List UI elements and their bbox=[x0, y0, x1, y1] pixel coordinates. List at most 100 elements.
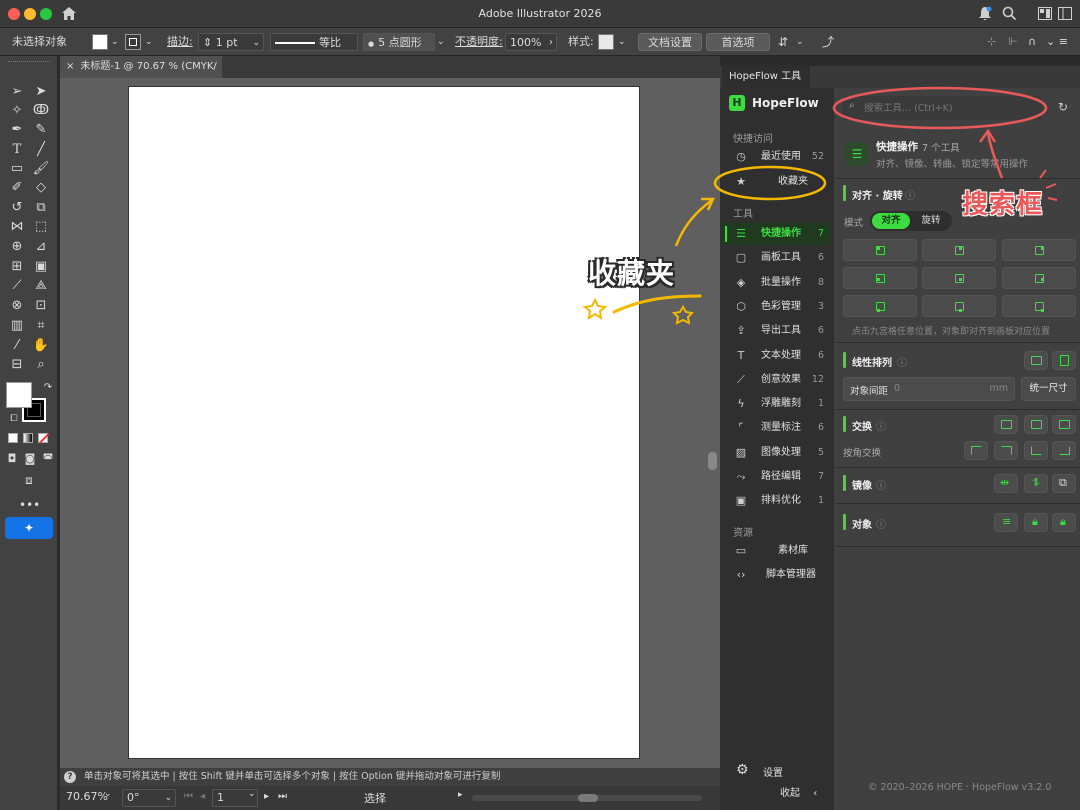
screen-mode-icon[interactable]: ⧈ bbox=[19, 470, 39, 490]
type-tool-icon[interactable]: T bbox=[7, 140, 27, 160]
distribute-vertical-button[interactable] bbox=[1052, 351, 1076, 370]
sidebar-item-asset-library[interactable]: ▭ 素材库 bbox=[722, 540, 830, 562]
align-center[interactable] bbox=[922, 267, 996, 289]
draw-normal-icon[interactable]: ◘ bbox=[2, 449, 22, 469]
variable-width-profile[interactable]: 等比 bbox=[270, 33, 358, 51]
sidebar-item-tool[interactable]: ⬡ 色彩管理 3 bbox=[722, 296, 830, 318]
align-top-center[interactable] bbox=[922, 239, 996, 261]
artboard-tool-icon[interactable]: ⌗ bbox=[31, 316, 51, 336]
curvature-tool-icon[interactable]: ✎ bbox=[31, 120, 51, 140]
swap-fill-stroke-icon[interactable]: ↷ bbox=[38, 378, 58, 398]
chevron-down-icon[interactable]: ⌄ bbox=[164, 790, 172, 806]
transform-icon[interactable]: ⊹ bbox=[987, 33, 996, 51]
sidebar-item-tool[interactable]: ⤳ 路径编辑 7 bbox=[722, 466, 830, 488]
preferences-button[interactable]: 首选项 bbox=[706, 33, 770, 51]
measure-tool-icon[interactable]: ⟁ bbox=[31, 276, 51, 296]
stroke-swatch[interactable] bbox=[125, 34, 141, 50]
horizontal-scrollbar[interactable] bbox=[472, 794, 702, 802]
symbol-sprayer-tool-icon[interactable]: ⊡ bbox=[31, 296, 51, 316]
color-mode-icon[interactable] bbox=[8, 433, 18, 443]
panels-toggle-icon[interactable] bbox=[1058, 7, 1072, 20]
graph-tool-icon[interactable]: ▥ bbox=[7, 316, 27, 336]
help-circle-icon[interactable]: ⓘ bbox=[876, 477, 886, 492]
arrange-documents-icon[interactable]: ⇵ bbox=[778, 33, 788, 51]
object-section-title[interactable]: 对象 bbox=[852, 516, 872, 531]
mirror-horizontal-button[interactable]: ⇹ bbox=[994, 474, 1018, 493]
mirror-copy-button[interactable]: ⧉ bbox=[1052, 474, 1076, 493]
align-middle-left[interactable] bbox=[843, 267, 917, 289]
home-icon[interactable] bbox=[61, 6, 77, 21]
toolbar-grip[interactable] bbox=[8, 61, 50, 64]
vertical-scrollbar[interactable] bbox=[708, 452, 717, 470]
lock-button[interactable]: 🔒︎ bbox=[1024, 513, 1048, 532]
first-artboard-icon[interactable]: ⏮ bbox=[184, 791, 193, 802]
settings-link[interactable]: 设置 bbox=[763, 764, 783, 779]
line-tool-icon[interactable]: ╱ bbox=[31, 140, 51, 160]
mirror-section-title[interactable]: 镜像 bbox=[852, 477, 872, 492]
close-tab-icon[interactable]: × bbox=[66, 61, 74, 72]
align-section-title[interactable]: 对齐 · 旋转 bbox=[852, 187, 903, 202]
prev-artboard-icon[interactable]: ◂ bbox=[200, 791, 205, 802]
help-circle-icon[interactable]: ⓘ bbox=[876, 516, 886, 531]
chevron-down-icon[interactable]: ⌄ bbox=[145, 33, 153, 51]
align-bottom-center[interactable] bbox=[922, 295, 996, 317]
generative-ai-button[interactable]: ✦ bbox=[5, 517, 53, 539]
magic-wand-tool-icon[interactable]: ✧ bbox=[7, 101, 27, 121]
align-top-right[interactable] bbox=[1002, 239, 1076, 261]
share-icon[interactable]: ⤴ bbox=[822, 33, 834, 51]
slice-tool-icon[interactable]: ⁄ bbox=[7, 336, 27, 356]
chevron-down-icon[interactable]: ⌄ bbox=[252, 34, 260, 52]
perspective-grid-tool-icon[interactable]: ⊿ bbox=[31, 237, 51, 257]
help-circle-icon[interactable]: ⓘ bbox=[897, 354, 907, 369]
zoom-tool-icon[interactable]: ⌕ bbox=[31, 355, 51, 375]
blend-tool-icon[interactable]: ⊗ bbox=[7, 296, 27, 316]
gear-icon[interactable]: ⚙ bbox=[736, 762, 749, 778]
sidebar-item-tool[interactable]: ▨ 图像处理 5 bbox=[722, 442, 830, 464]
linear-section-title[interactable]: 线性排列 bbox=[852, 354, 892, 369]
selection-tool-icon[interactable]: ➢ bbox=[7, 82, 27, 102]
lasso-tool-icon[interactable]: ↂ bbox=[31, 101, 51, 121]
chevron-down-icon[interactable]: ⌄ bbox=[248, 789, 256, 799]
workspace-layout-icon[interactable] bbox=[1038, 7, 1052, 20]
refresh-icon[interactable]: ↻ bbox=[1058, 100, 1068, 114]
sidebar-item-tool[interactable]: ▣ 排料优化 1 bbox=[722, 490, 830, 512]
free-transform-tool-icon[interactable]: ⬚ bbox=[31, 217, 51, 237]
corner-swap-br-button[interactable] bbox=[1052, 441, 1076, 460]
document-setup-button[interactable]: 文档设置 bbox=[638, 33, 702, 51]
align-middle-right[interactable] bbox=[1002, 267, 1076, 289]
unify-size-button[interactable]: 统一尺寸 bbox=[1021, 377, 1076, 401]
hand-tool-icon[interactable]: ✋ bbox=[31, 336, 51, 356]
chevron-right-icon[interactable]: › bbox=[549, 34, 553, 52]
spacing-field[interactable]: 对象间距 0 mm bbox=[843, 377, 1015, 401]
align-bottom-right[interactable] bbox=[1002, 295, 1076, 317]
width-tool-icon[interactable]: ⋈ bbox=[7, 217, 27, 237]
print-tiling-tool-icon[interactable]: ⊟ bbox=[7, 355, 27, 375]
opacity-field[interactable]: 100% › bbox=[505, 33, 557, 51]
panel-tab[interactable]: HopeFlow 工具箱 bbox=[722, 66, 810, 104]
corner-swap-bl-button[interactable] bbox=[1024, 441, 1048, 460]
mirror-vertical-button[interactable]: ⥮ bbox=[1024, 474, 1048, 493]
sidebar-item-script-manager[interactable]: ‹› 脚本管理器 bbox=[722, 564, 830, 586]
stepper-icon[interactable]: ⇕ bbox=[203, 36, 212, 49]
default-colors-icon[interactable]: ⧠ bbox=[4, 409, 24, 429]
tool-search-box[interactable]: ⌕ bbox=[842, 96, 1042, 120]
sidebar-item-tool[interactable]: ⇪ 导出工具 6 bbox=[722, 320, 830, 342]
sidebar-item-recent[interactable]: ◷ 最近使用 52 bbox=[722, 146, 830, 168]
swap-position-button[interactable] bbox=[994, 415, 1018, 434]
close-window-button[interactable] bbox=[8, 8, 20, 20]
help-circle-icon[interactable]: ⓘ bbox=[876, 418, 886, 433]
brush-definition[interactable]: ● 5 点圆形 bbox=[363, 33, 435, 51]
sidebar-item-tool[interactable]: T 文本处理 6 bbox=[722, 345, 830, 367]
collapse-sidebar-button[interactable]: 收起 ‹ bbox=[780, 784, 817, 799]
mode-rotate-button[interactable]: 旋转 bbox=[912, 213, 950, 229]
eraser-tool-icon[interactable]: ◇ bbox=[31, 178, 51, 198]
notification-bell-icon[interactable] bbox=[978, 6, 992, 22]
fill-swatch[interactable] bbox=[92, 34, 108, 50]
swap-section-title[interactable]: 交换 bbox=[852, 418, 872, 433]
pen-tool-icon[interactable]: ✒ bbox=[7, 120, 27, 140]
more-tools-icon[interactable]: ••• bbox=[19, 495, 40, 515]
document-tab[interactable]: ×未标题-1 @ 70.67 % (CMYK/预览) bbox=[60, 56, 222, 94]
chevron-down-icon[interactable]: ⌄ bbox=[104, 789, 112, 799]
next-artboard-icon[interactable]: ▸ bbox=[264, 791, 269, 802]
sidebar-item-tool[interactable]: ⌜ 测量标注 6 bbox=[722, 417, 830, 439]
